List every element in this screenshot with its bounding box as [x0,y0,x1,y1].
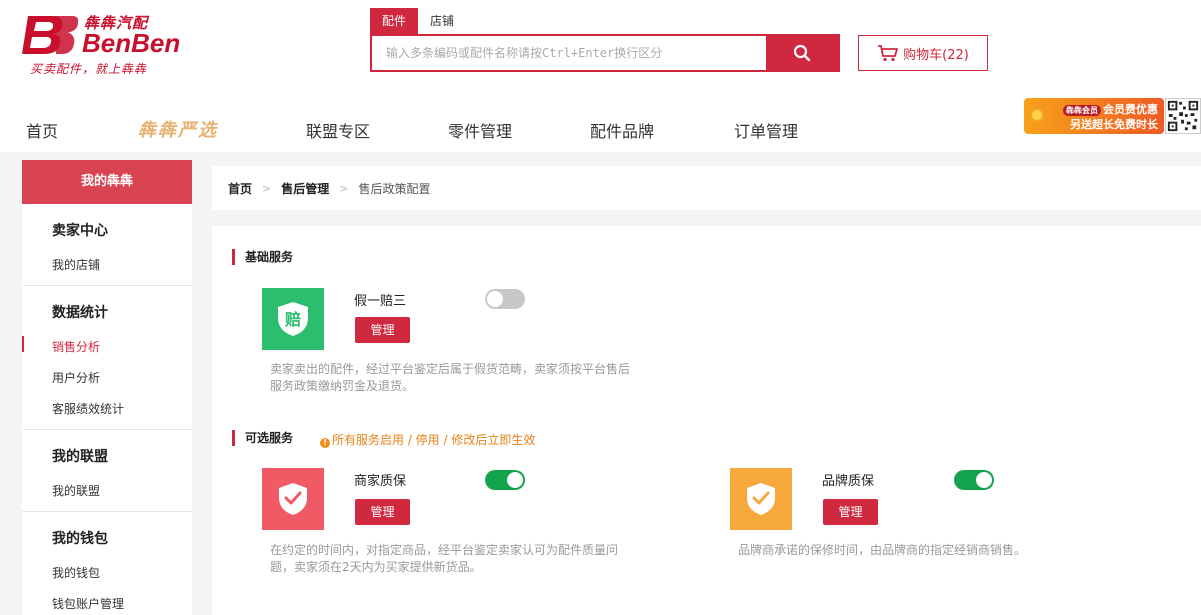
breadcrumb-separator: > [339,181,349,195]
nav-order-management[interactable]: 订单管理 [734,118,798,142]
sidebar-item-user-analysis[interactable]: 用户分析 [52,369,192,386]
sidebar-item-cs-performance[interactable]: 客服绩效统计 [52,400,192,417]
coin-icon [1030,108,1044,122]
service-icon-merchant-warranty [262,468,324,530]
shield-char: 赔 [284,310,301,329]
service-description: 品牌商承诺的保修时间，由品牌商的指定经销商销售。 [738,543,1027,557]
service-toggle-brand-warranty[interactable] [954,470,994,490]
nav-parts-management[interactable]: 零件管理 [448,118,512,142]
shield-check-icon [747,483,775,515]
shield-icon: 赔 [278,302,308,336]
sidebar-group-title: 我的钱包 [52,531,108,547]
cart-label: 购物车(22) [903,47,969,63]
toggle-knob [507,472,523,488]
search-tab-shops[interactable]: 店铺 [418,8,466,34]
search-tabs: 配件 店铺 [370,8,840,34]
sidebar-group-data-stats: 数据统计 销售分析 用户分析 客服绩效统计 [22,286,192,430]
breadcrumb-separator: > [262,181,272,195]
nav-home[interactable]: 首页 [26,118,58,142]
toggle-knob [976,472,992,488]
search-icon [793,44,811,62]
main-nav: 首页 犇犇严选 联盟专区 零件管理 配件品牌 订单管理 [0,110,1000,146]
search-box [370,34,840,72]
breadcrumb: 首页 > 售后管理 > 售后政策配置 [212,166,1201,210]
search-area: 配件 店铺 [370,8,840,72]
toggle-knob [487,291,503,307]
sidebar-header[interactable]: 我的犇犇 [22,160,192,204]
service-name: 品牌质保 [822,474,875,489]
search-tab-parts[interactable]: 配件 [370,8,419,34]
search-button[interactable] [766,36,838,70]
membership-promo[interactable]: 犇犇会员 会员费优惠 另送超长免费时长 [1024,88,1201,140]
sidebar-group-seller-center: 卖家中心 我的店铺 [22,204,192,286]
service-toggle-merchant-warranty[interactable] [485,470,525,490]
sidebar-group-title: 我的联盟 [52,449,108,465]
cart-button[interactable]: 购物车(22) [858,35,988,71]
benben-logo-icon [22,16,78,54]
service-name: 假一赔三 [354,294,407,309]
brand-logo[interactable]: 犇犇汽配 BenBen 买卖配件，就上犇犇 [22,8,202,80]
sidebar-item-my-wallet[interactable]: 我的钱包 [52,564,192,581]
manage-button[interactable]: 管理 [355,317,410,343]
breadcrumb-current: 售后政策配置 [358,181,431,196]
service-icon-fake-compensation: 赔 [262,288,324,350]
breadcrumb-section[interactable]: 售后管理 [281,180,329,197]
search-input[interactable] [372,36,766,70]
section-note: ! 所有服务启用 / 停用 / 修改后立即生效 [320,431,535,448]
qr-code-icon [1165,98,1201,134]
promo-tag: 犇犇会员 [1063,104,1101,116]
sidebar-group-title: 数据统计 [52,305,108,321]
service-name: 商家质保 [354,474,407,489]
manage-button[interactable]: 管理 [823,499,878,525]
sidebar-group-wallet: 我的钱包 我的钱包 钱包账户管理 [22,512,192,615]
sidebar-item-my-shop[interactable]: 我的店铺 [52,256,192,273]
service-description: 在约定的时间内，对指定商品，经平台鉴定卖家认可为配件质量问 题，卖家须在2天内为… [270,543,619,574]
sidebar-item-sales-analysis[interactable]: 销售分析 [22,336,192,355]
promo-line1: 犇犇会员 会员费优惠 [1063,101,1158,117]
promo-banner: 犇犇会员 会员费优惠 另送超长免费时长 [1024,98,1164,134]
nav-alliance[interactable]: 联盟专区 [306,118,370,142]
shield-check-icon [279,483,307,515]
service-icon-brand-warranty [730,468,792,530]
sidebar: 我的犇犇 卖家中心 我的店铺 数据统计 销售分析 用户分析 客服绩效统计 我的联… [22,160,192,615]
cart-icon [878,45,899,62]
service-description: 卖家卖出的配件，经过平台鉴定后属于假货范畴，卖家须按平台售后 服务政策缴纳罚金及… [270,362,631,393]
header: 犇犇汽配 BenBen 买卖配件，就上犇犇 配件 店铺 购物车(22) 首页 [0,0,1201,152]
section-title-optional: 可选服务 [232,430,293,446]
sidebar-group-alliance: 我的联盟 我的联盟 [22,430,192,512]
sidebar-item-wallet-accounts[interactable]: 钱包账户管理 [52,595,192,612]
brand-name-en: BenBen [82,28,181,58]
brand-slogan: 买卖配件，就上犇犇 [30,62,148,76]
sidebar-item-my-alliance[interactable]: 我的联盟 [52,482,192,499]
sidebar-group-title: 卖家中心 [52,223,108,239]
nav-parts-brands[interactable]: 配件品牌 [590,118,654,142]
promo-line2: 另送超长免费时长 [1070,118,1158,131]
warning-icon: ! [320,438,330,448]
section-title-basic: 基础服务 [232,249,293,265]
policy-config-panel: 基础服务 赔 假一赔三 管理 卖家卖出的配件，经过平台鉴定后属于假货范畴，卖家须… [212,226,1201,615]
breadcrumb-home[interactable]: 首页 [228,180,252,197]
service-toggle-fake-compensation[interactable] [485,289,525,309]
manage-button[interactable]: 管理 [355,499,410,525]
nav-benben-select[interactable]: 犇犇严选 [138,116,218,142]
